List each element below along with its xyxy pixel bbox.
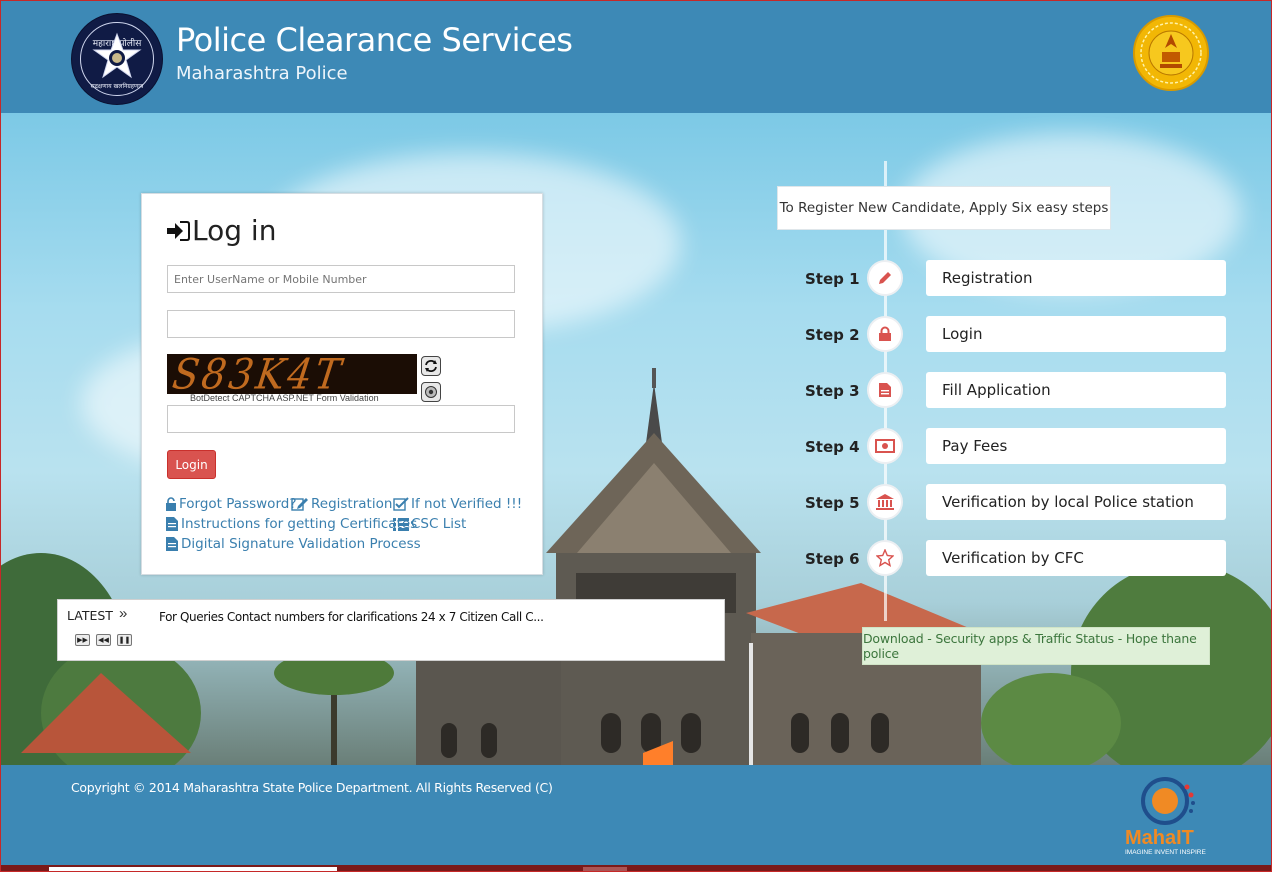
captcha-text: S83K4T — [169, 354, 347, 394]
fast-forward-icon: ▶▶ — [77, 637, 88, 644]
star-icon — [867, 540, 903, 576]
document-icon — [166, 537, 178, 551]
latest-news-ticker: LATEST » For Queries Contact numbers for… — [57, 599, 725, 661]
edit-icon — [291, 498, 308, 511]
check-square-icon — [393, 497, 409, 511]
if-not-verified-label: If not Verified !!! — [411, 496, 523, 512]
reload-icon — [425, 360, 437, 372]
lock-icon — [867, 316, 903, 352]
steps-heading: To Register New Candidate, Apply Six eas… — [777, 186, 1111, 230]
ticker-rewind-button[interactable]: ◀◀ — [96, 634, 111, 646]
star-emblem-icon — [92, 32, 142, 79]
captcha-reload-button[interactable] — [421, 356, 441, 376]
step-2-label: Step 2 — [805, 326, 860, 344]
login-title-text: Log in — [192, 214, 277, 247]
download-apps-banner[interactable]: Download - Security apps & Traffic Statu… — [862, 627, 1210, 665]
forgot-password-label: Forgot Password? — [179, 496, 297, 512]
money-icon — [867, 428, 903, 464]
registration-link[interactable]: Registration — [291, 496, 392, 512]
step-2-box: Login — [926, 316, 1226, 352]
window-bottom-strip — [1, 865, 1271, 871]
if-not-verified-link[interactable]: If not Verified !!! — [393, 496, 522, 512]
rewind-icon: ◀◀ — [98, 637, 109, 644]
site-footer: Copyright © 2014 Maharashtra State Polic… — [1, 765, 1271, 865]
mahait-logo: MahaIT IMAGINE INVENT INSPIRE — [1121, 775, 1217, 859]
step-1-box: Registration — [926, 260, 1226, 296]
instructions-label: Instructions for getting Certificates — [181, 516, 418, 532]
page-frame: महाराष्ट्र पोलीस सद्रक्षणाय खलनिग्रहणाय … — [0, 0, 1272, 872]
captcha-audio-button[interactable] — [421, 382, 441, 402]
login-panel: Log in S83K4T BotDetect CAPTCHA ASP.NET … — [141, 193, 543, 575]
step-3-label: Step 3 — [805, 382, 860, 400]
bottom-tab-2 — [583, 867, 627, 871]
unlock-icon — [166, 497, 176, 511]
bank-icon — [867, 484, 903, 520]
login-heading: Log in — [166, 214, 276, 247]
captcha-image: S83K4T — [167, 354, 417, 394]
instructions-link[interactable]: Instructions for getting Certificates — [165, 516, 417, 532]
mahait-tagline: IMAGINE INVENT INSPIRE — [1125, 849, 1206, 856]
pause-icon: ❚❚ — [118, 637, 131, 644]
double-chevron-right-icon: » — [119, 605, 128, 622]
file-icon — [867, 372, 903, 408]
csc-list-link[interactable]: CSC List — [393, 516, 466, 532]
csc-list-label: CSC List — [411, 516, 467, 532]
captcha-note: BotDetect CAPTCHA ASP.NET Form Validatio… — [190, 393, 379, 403]
step-5-label: Step 5 — [805, 494, 860, 512]
step-6-box: Verification by CFC — [926, 540, 1226, 576]
ticker-forward-button[interactable]: ▶▶ — [75, 634, 90, 646]
captcha-input[interactable] — [167, 405, 515, 433]
speaker-icon — [425, 386, 437, 398]
site-header: महाराष्ट्र पोलीस सद्रक्षणाय खलनिग्रहणाय … — [1, 1, 1271, 113]
maharashtra-seal-logo — [1133, 15, 1209, 91]
emblem-bottom-text: सद्रक्षणाय खलनिग्रहणाय — [90, 83, 144, 90]
bottom-tab — [49, 867, 337, 871]
copyright-text: Copyright © 2014 Maharashtra State Polic… — [71, 780, 553, 795]
sign-in-icon — [167, 220, 190, 241]
ticker-text[interactable]: For Queries Contact numbers for clarific… — [159, 610, 544, 624]
step-3-box: Fill Application — [926, 372, 1226, 408]
step-4-label: Step 4 — [805, 438, 860, 456]
forgot-password-link[interactable]: Forgot Password? — [165, 496, 297, 512]
step-1-label: Step 1 — [805, 270, 860, 288]
list-icon — [393, 518, 409, 531]
step-6-label: Step 6 — [805, 550, 860, 568]
username-input[interactable] — [167, 265, 515, 293]
pencil-icon — [867, 260, 903, 296]
document-icon — [166, 517, 178, 531]
registration-label: Registration — [311, 496, 393, 512]
login-button[interactable]: Login — [167, 450, 216, 479]
site-subtitle: Maharashtra Police — [176, 63, 348, 84]
step-5-box: Verification by local Police station — [926, 484, 1226, 520]
step-4-box: Pay Fees — [926, 428, 1226, 464]
ticker-pause-button[interactable]: ❚❚ — [117, 634, 132, 646]
ticker-label: LATEST — [67, 608, 113, 623]
digital-signature-label: Digital Signature Validation Process — [181, 536, 421, 552]
digital-signature-link[interactable]: Digital Signature Validation Process — [165, 536, 421, 552]
mahait-logo-text: MahaIT — [1125, 827, 1194, 849]
password-input[interactable] — [167, 310, 515, 338]
police-emblem-logo: महाराष्ट्र पोलीस सद्रक्षणाय खलनिग्रहणाय — [71, 13, 163, 105]
site-title: Police Clearance Services — [176, 21, 573, 59]
